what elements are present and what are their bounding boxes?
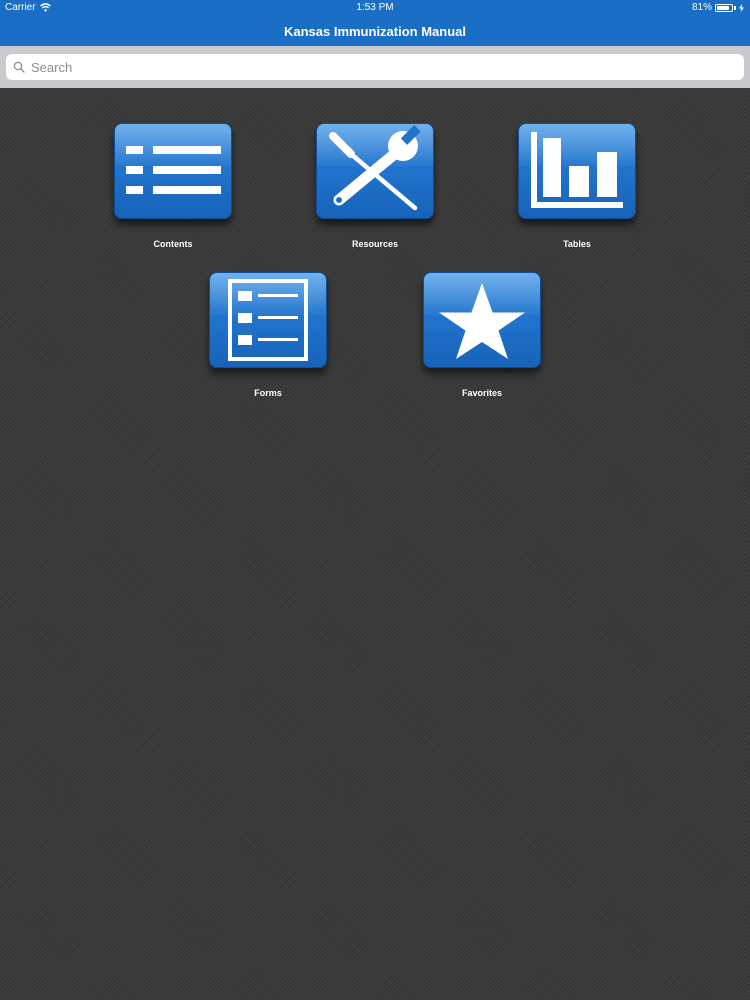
bar-chart-icon [531, 132, 623, 208]
tile-contents-button[interactable] [114, 123, 232, 219]
search-input[interactable] [29, 58, 744, 76]
tile-tables[interactable]: Tables [518, 123, 636, 249]
status-bar: Carrier 1:53 PM 81% [0, 0, 750, 16]
tile-tables-button[interactable] [518, 123, 636, 219]
tools-icon [329, 125, 421, 211]
search-field[interactable] [6, 54, 744, 80]
tile-tables-label: Tables [563, 239, 591, 249]
tile-resources-button[interactable] [316, 123, 434, 219]
tile-contents-label: Contents [153, 239, 193, 249]
battery-group: 81% [692, 2, 744, 13]
tile-favorites-button[interactable] [423, 272, 541, 368]
battery-icon [715, 3, 733, 12]
tile-forms-button[interactable] [209, 272, 327, 368]
charging-icon [739, 3, 744, 12]
tile-contents[interactable]: Contents [114, 123, 232, 249]
tile-forms-label: Forms [254, 388, 282, 398]
tile-resources-label: Resources [351, 239, 399, 249]
star-icon [439, 283, 525, 359]
form-checklist-icon [228, 279, 308, 361]
tile-forms[interactable]: Forms [209, 272, 327, 398]
tile-favorites[interactable]: Favorites [423, 272, 541, 398]
page-title: Kansas Immunization Manual [283, 23, 467, 39]
clock: 1:53 PM [356, 2, 394, 13]
battery-percent: 81% [691, 2, 712, 13]
list-icon [126, 146, 221, 194]
tile-resources[interactable]: Resources [316, 123, 434, 249]
search-icon [13, 61, 25, 73]
search-bar [0, 46, 750, 88]
tile-favorites-label: Favorites [461, 388, 503, 398]
nav-bar: Kansas Immunization Manual [0, 16, 750, 46]
